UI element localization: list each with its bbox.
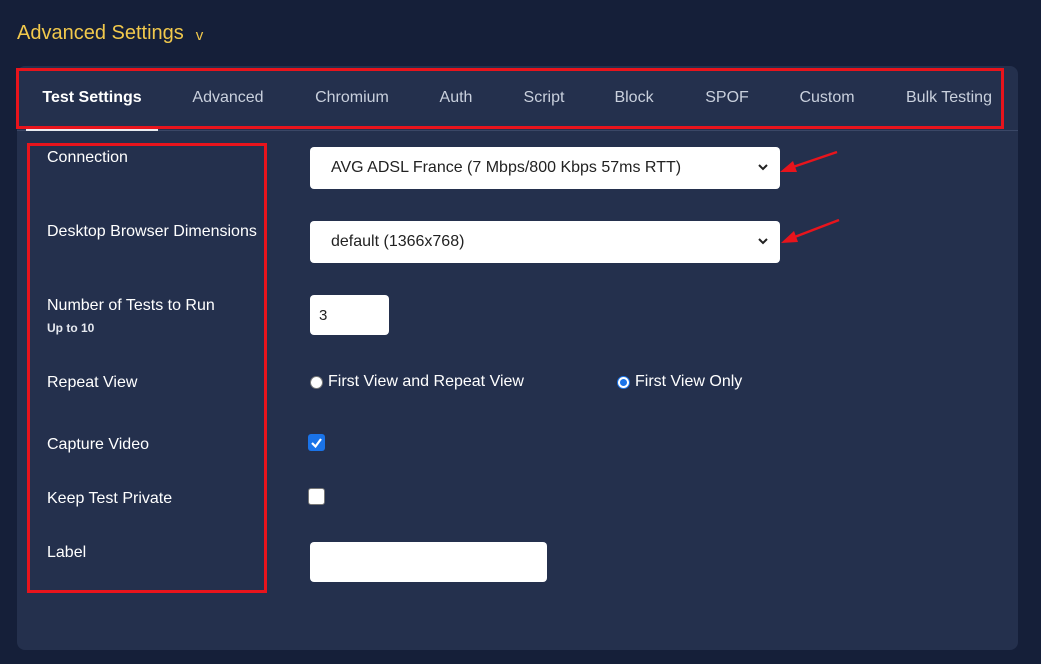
tab-custom[interactable]: Custom xyxy=(791,66,863,130)
dimensions-select[interactable]: default (1366x768) xyxy=(310,221,780,263)
tab-bar: Test Settings Advanced Chromium Auth Scr… xyxy=(17,66,1018,131)
keep-private-label: Keep Test Private xyxy=(47,490,173,507)
tab-label: Script xyxy=(523,89,565,106)
tab-label: SPOF xyxy=(705,89,749,106)
num-tests-input[interactable]: 3 xyxy=(310,295,389,335)
dimensions-value: default (1366x768) xyxy=(331,233,465,250)
tab-label: Block xyxy=(614,89,654,106)
connection-select[interactable]: AVG ADSL France (7 Mbps/800 Kbps 57ms RT… xyxy=(310,147,780,189)
checkmark-icon xyxy=(311,438,322,449)
tab-spof[interactable]: SPOF xyxy=(697,66,757,130)
tab-label: Bulk Testing xyxy=(906,89,992,106)
tab-label: Custom xyxy=(799,89,855,106)
test-label-label: Label xyxy=(47,544,87,561)
tab-label: Chromium xyxy=(315,89,389,106)
radio-button xyxy=(310,375,323,389)
dimensions-label: Desktop Browser Dimensions xyxy=(47,223,257,240)
capture-video-checkbox[interactable] xyxy=(308,434,325,451)
tab-auth[interactable]: Auth xyxy=(431,66,481,130)
num-tests-hint: Up to 10 xyxy=(47,321,95,335)
tab-script[interactable]: Script xyxy=(514,66,574,130)
num-tests-value: 3 xyxy=(319,306,328,324)
radio-label: First View and Repeat View xyxy=(328,373,524,390)
page: Advanced Settings v Test Settings Advanc… xyxy=(0,0,1041,664)
capture-video-label: Capture Video xyxy=(47,436,149,453)
tab-block[interactable]: Block xyxy=(607,66,661,130)
radio-first-view-only[interactable]: First View Only xyxy=(617,373,742,391)
radio-button-selected xyxy=(617,375,630,389)
chevron-down-icon: v xyxy=(195,27,204,44)
keep-private-checkbox[interactable] xyxy=(308,488,325,505)
tab-label: Advanced xyxy=(192,89,264,106)
connection-value: AVG ADSL France (7 Mbps/800 Kbps 57ms RT… xyxy=(331,159,682,176)
tab-chromium[interactable]: Chromium xyxy=(305,66,399,130)
tab-test-settings[interactable]: Test Settings xyxy=(26,66,158,131)
radio-first-and-repeat-view[interactable]: First View and Repeat View xyxy=(310,373,524,391)
connection-label: Connection xyxy=(47,149,128,166)
tab-bulk-testing[interactable]: Bulk Testing xyxy=(899,66,999,130)
tab-label: Test Settings xyxy=(42,89,142,106)
settings-panel: Test Settings Advanced Chromium Auth Scr… xyxy=(17,66,1018,650)
num-tests-label: Number of Tests to Run xyxy=(47,297,215,314)
section-title: Advanced Settings xyxy=(17,22,184,44)
chevron-down-icon xyxy=(758,238,768,245)
radio-label: First View Only xyxy=(635,373,743,390)
tab-label: Auth xyxy=(439,89,473,106)
test-label-input[interactable] xyxy=(310,542,547,582)
repeat-view-label: Repeat View xyxy=(47,374,138,391)
advanced-settings-toggle[interactable]: Advanced Settings v xyxy=(17,22,203,45)
tab-advanced[interactable]: Advanced xyxy=(183,66,273,130)
chevron-down-icon xyxy=(758,164,768,171)
